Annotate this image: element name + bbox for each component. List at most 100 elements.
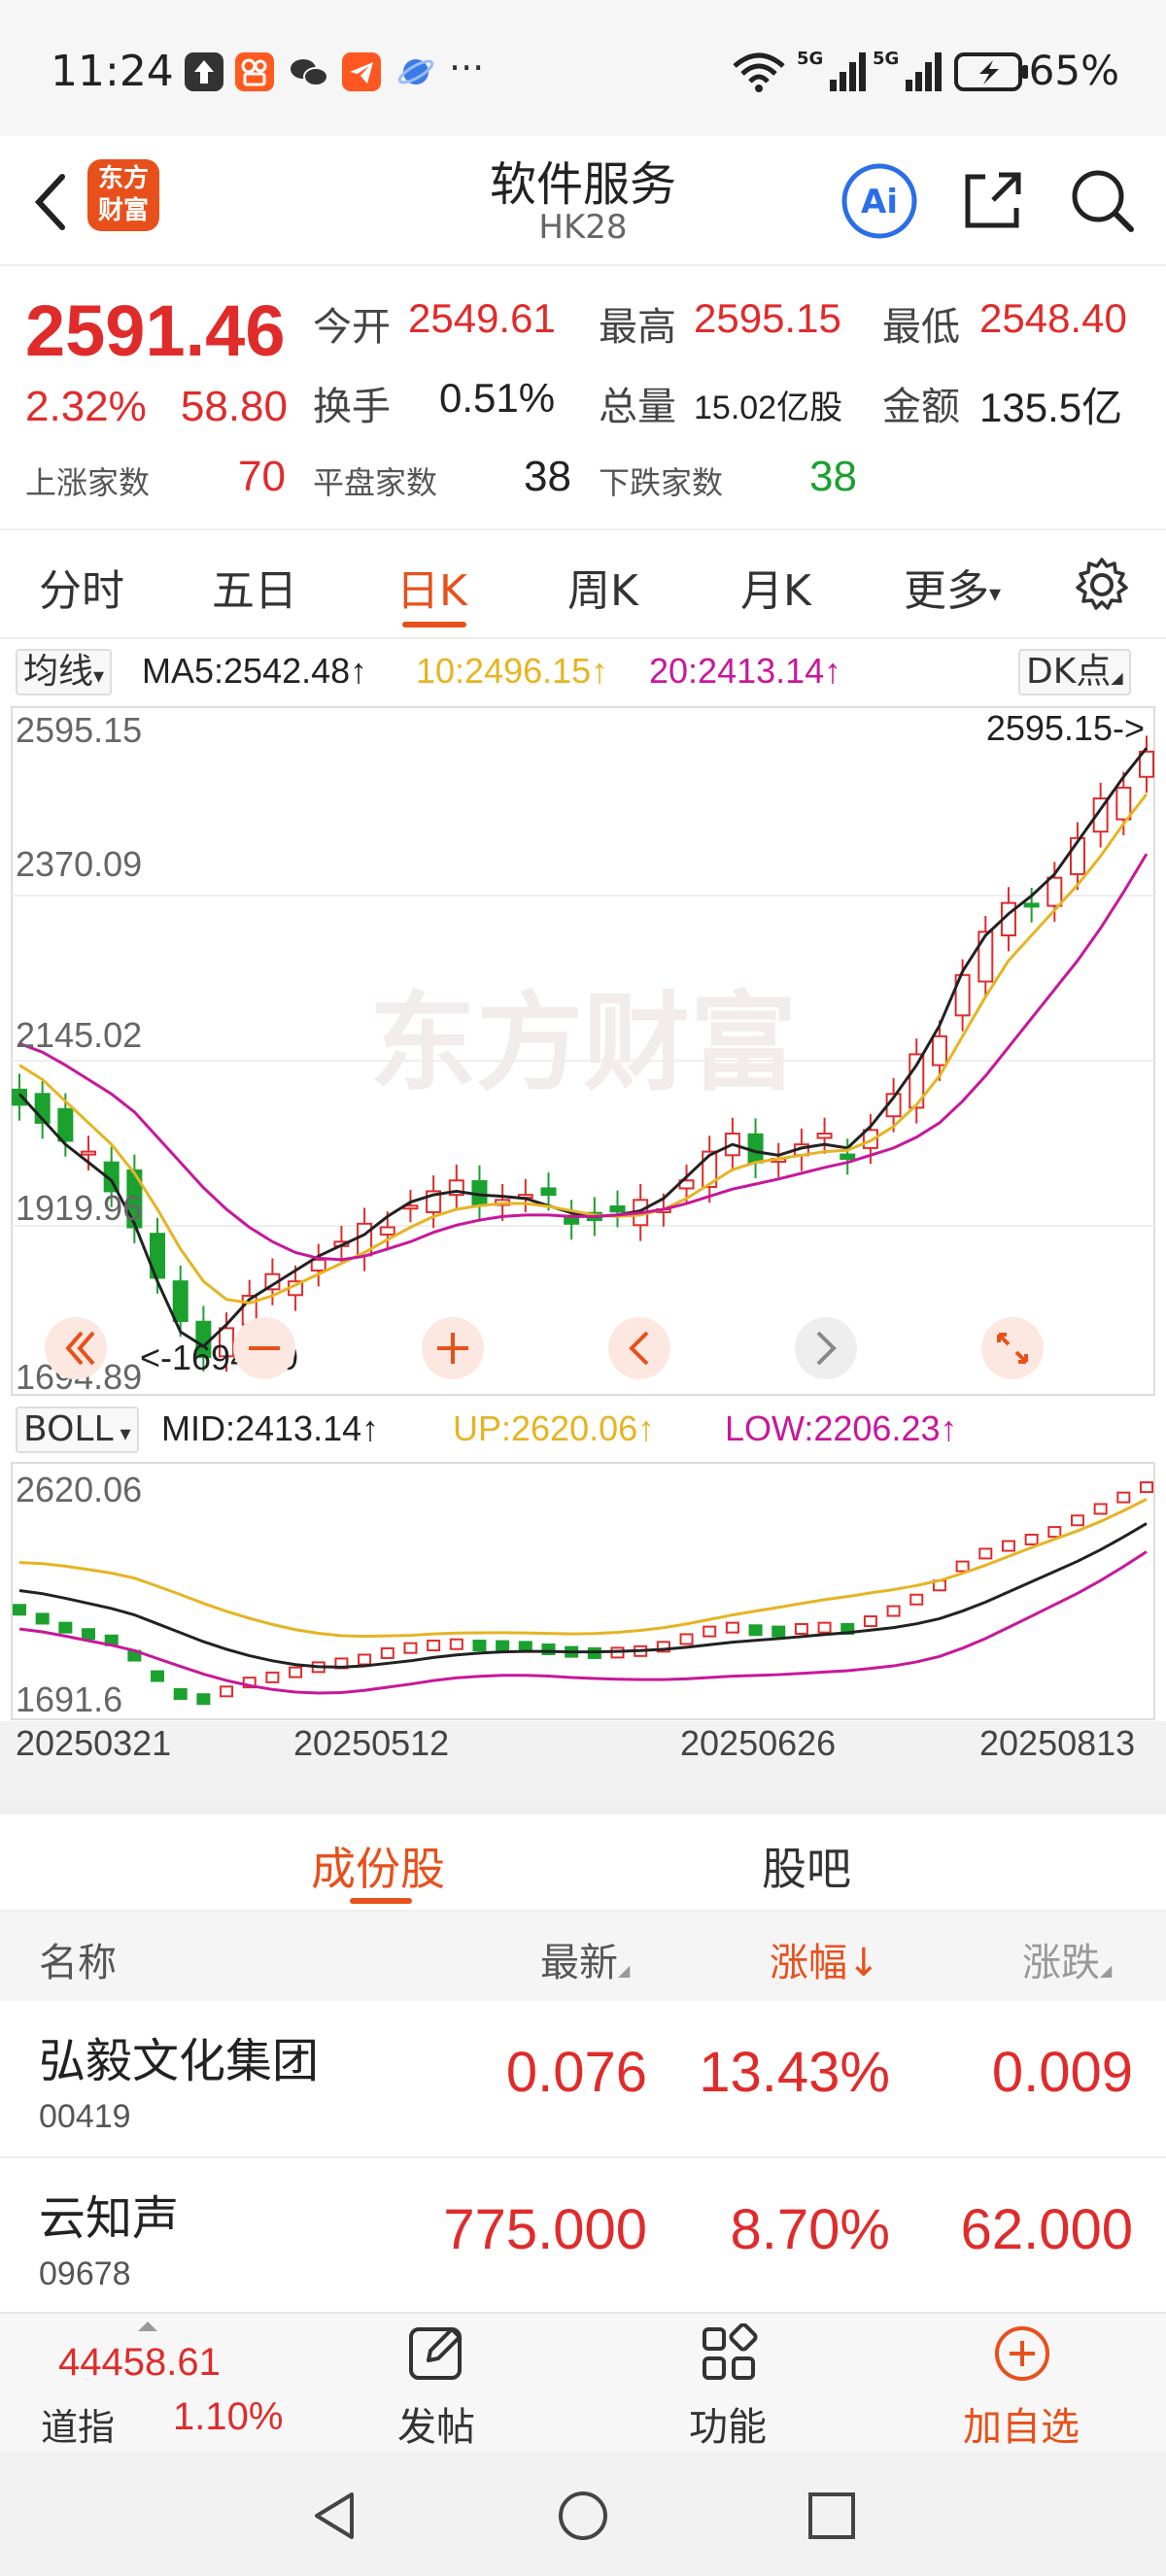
tab-more[interactable]: 更多▾: [904, 556, 1001, 618]
boll-candle: [794, 1622, 808, 1635]
status-bar: 11:24 ··· 5G 5G 65%: [0, 0, 1166, 146]
boll-chart[interactable]: 2620.06 1691.6: [0, 1457, 1166, 1721]
scroll-left-button[interactable]: [608, 1317, 670, 1379]
tab-stock-forum[interactable]: 股吧: [762, 1834, 851, 1898]
boll-candle: [725, 1621, 739, 1634]
nav-recents-icon[interactable]: [806, 2491, 857, 2541]
amount-label: 金额: [882, 385, 960, 429]
sort-triangle-icon: ◢: [618, 1961, 631, 1980]
down-count-label: 下跌家数: [599, 464, 724, 501]
candle-body: [747, 1133, 764, 1164]
up-count-label: 上涨家数: [25, 464, 151, 501]
candle-body: [840, 1153, 856, 1161]
boll-low-value: LOW:2206.23↑: [725, 1408, 958, 1448]
tab-five-day[interactable]: 五日: [212, 556, 297, 618]
fullscreen-button[interactable]: [981, 1317, 1044, 1379]
boll-candle: [679, 1633, 694, 1645]
boll-candle: [427, 1640, 441, 1652]
nav-back-icon[interactable]: [307, 2489, 361, 2543]
index-value: 44458.61: [58, 2341, 221, 2384]
boll-candle: [82, 1628, 96, 1641]
date-tick-3: 20250626: [680, 1723, 837, 1763]
features-button[interactable]: 功能: [645, 2314, 810, 2454]
sub-tab-indicator: [350, 1898, 412, 1904]
svg-text:5G: 5G: [797, 49, 823, 69]
turnover-label: 换手: [313, 385, 391, 429]
open-value: 2549.61: [408, 295, 556, 341]
boll-candle: [863, 1615, 877, 1628]
signal-5g-icon-2: 5G: [873, 49, 942, 91]
boll-candle: [196, 1693, 211, 1706]
boll-selector[interactable]: BOLL ▾: [16, 1407, 139, 1453]
turnover-value: 0.51%: [439, 375, 556, 421]
boll-candle: [1001, 1540, 1015, 1552]
plus-circle-icon: [995, 2326, 1049, 2381]
telegram-app-icon: [342, 52, 381, 91]
ma-selector[interactable]: 均线▾: [16, 649, 113, 695]
nav-home-icon[interactable]: [556, 2489, 610, 2543]
stock-latest: 0.076: [505, 2041, 647, 2104]
tab-daily-k[interactable]: 日K: [396, 556, 467, 618]
boll-up-value: UP:2620.06↑: [453, 1408, 656, 1448]
ai-assistant-button[interactable]: Ai: [840, 161, 919, 241]
zoom-in-button[interactable]: [422, 1317, 484, 1379]
tab-intraday[interactable]: 分时: [39, 556, 124, 618]
index-change-pct: 1.10%: [173, 2395, 284, 2438]
period-tabs: 分时 五日 日K 周K 月K 更多▾: [0, 532, 1166, 639]
boll-candle: [1093, 1503, 1108, 1515]
add-watch-label: 加自选: [963, 2405, 1080, 2450]
open-label: 今开: [313, 305, 391, 350]
battery-percent: 65%: [1028, 47, 1119, 94]
search-icon[interactable]: [1065, 163, 1139, 237]
caret-up-icon: [138, 2322, 157, 2331]
dk-point-button[interactable]: DK点◢: [1018, 649, 1131, 695]
dropdown-caret-icon: ▾: [93, 664, 105, 689]
scroll-left-fast-button[interactable]: [45, 1317, 107, 1379]
tab-weekly-k[interactable]: 周K: [567, 556, 638, 618]
boll-candle: [173, 1687, 188, 1700]
more-notifications-icon: ···: [449, 47, 485, 89]
bottom-nav: 44458.61 道指 1.10% 发帖 功能 加自选: [0, 2312, 1166, 2452]
volume-label: 总量: [599, 385, 676, 429]
tab-constituents[interactable]: 成份股: [311, 1834, 445, 1898]
boll-candle: [151, 1670, 165, 1682]
table-row[interactable]: 云知声 09678 775.000 8.70% 62.000: [0, 2158, 1166, 2316]
gear-icon[interactable]: [1073, 556, 1131, 614]
y-tick-4: 1919.96: [16, 1188, 142, 1228]
system-nav-bar: [0, 2452, 1166, 2576]
ma20-value: 20:2413.14↑: [649, 651, 842, 691]
boll-candle: [35, 1612, 50, 1625]
kline-chart[interactable]: 东方财富 2595.15 2370.09 2145.02 1919.96 169…: [0, 701, 1166, 1399]
table-row[interactable]: 弘毅文化集团 00419 0.076 13.43% 0.009: [0, 2001, 1166, 2158]
candle-body: [310, 1258, 326, 1272]
flat-count: 38: [524, 453, 571, 500]
sort-triangle-icon: ◢: [1100, 1961, 1113, 1980]
post-button[interactable]: 发帖: [354, 2314, 519, 2454]
dk-point-label: DK点: [1026, 652, 1112, 692]
tab-monthly-k[interactable]: 月K: [740, 556, 811, 618]
candle-body: [379, 1226, 395, 1236]
upload-app-icon: [185, 52, 223, 91]
boll-candle: [955, 1560, 970, 1573]
col-change[interactable]: 涨跌◢: [1022, 1931, 1112, 1987]
wechat-app-icon: [288, 52, 328, 91]
stock-change: 0.009: [991, 2041, 1133, 2104]
features-label: 功能: [689, 2405, 767, 2450]
browser-app-icon: [396, 52, 435, 91]
boll-candle: [58, 1621, 73, 1634]
col-change-pct[interactable]: 涨幅↓: [770, 1931, 880, 1987]
boll-candle: [380, 1646, 394, 1659]
share-icon[interactable]: [956, 163, 1030, 237]
zoom-out-button[interactable]: [233, 1317, 295, 1379]
stock-code: 00419: [39, 2098, 131, 2135]
index-ticker[interactable]: 44458.61 道指 1.10%: [0, 2314, 321, 2454]
boll-candle: [1070, 1514, 1084, 1527]
boll-y-tick-top: 2620.06: [16, 1470, 142, 1509]
add-to-watchlist-button[interactable]: 加自选: [939, 2314, 1104, 2454]
scroll-right-button[interactable]: [795, 1317, 857, 1379]
candle-body: [540, 1187, 557, 1197]
col-name[interactable]: 名称: [39, 1931, 117, 1987]
candle-body: [1023, 902, 1040, 908]
col-latest[interactable]: 最新◢: [540, 1931, 630, 1987]
amount-value: 135.5亿: [979, 385, 1123, 430]
